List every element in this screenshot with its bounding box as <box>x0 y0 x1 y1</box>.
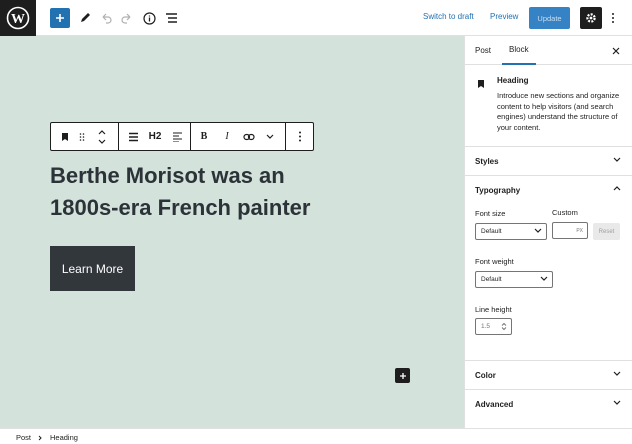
preview-link[interactable]: Preview <box>490 12 518 21</box>
italic-icon[interactable]: I <box>219 123 235 150</box>
post-heading[interactable]: Berthe Morisot was an 1800s-era French p… <box>50 160 350 224</box>
bold-icon[interactable]: B <box>196 123 212 150</box>
chevron-down-icon <box>540 276 548 281</box>
block-breadcrumb: Post Heading <box>0 428 632 444</box>
add-block-button[interactable] <box>50 8 70 28</box>
learn-more-button[interactable]: Learn More <box>50 246 135 291</box>
block-toolbar: H2 B I <box>50 122 314 151</box>
redo-icon[interactable] <box>117 8 137 28</box>
breadcrumb-post[interactable]: Post <box>16 433 31 442</box>
font-weight-select[interactable]: Default <box>475 271 553 288</box>
align-icon[interactable] <box>124 123 142 150</box>
heading-level-button[interactable]: H2 <box>145 123 165 150</box>
custom-size-label: Custom <box>552 208 578 217</box>
reset-button[interactable]: Reset <box>593 223 620 240</box>
heading-block-icon <box>477 76 485 94</box>
advanced-panel-title: Advanced <box>475 399 514 409</box>
edit-tools-icon[interactable] <box>75 8 95 28</box>
line-height-input[interactable]: 1.5 <box>475 318 512 335</box>
close-sidebar-icon[interactable] <box>612 36 620 65</box>
line-height-label: Line height <box>475 305 512 314</box>
font-size-value: Default <box>481 228 502 235</box>
styles-panel-title: Styles <box>475 156 499 166</box>
switch-to-draft-link[interactable]: Switch to draft <box>423 12 474 21</box>
chevron-down-icon <box>613 400 621 405</box>
chevron-up-icon <box>613 186 621 191</box>
move-up-down-icon[interactable] <box>93 123 111 150</box>
font-weight-value: Default <box>481 276 502 283</box>
line-height-value: 1.5 <box>481 323 491 330</box>
editor-top-bar: W Switch to draft Preview Update <box>0 0 632 36</box>
block-inserter-icon[interactable] <box>395 368 410 383</box>
typography-panel-toggle[interactable]: Typography <box>465 175 632 204</box>
more-options-icon[interactable] <box>603 8 623 28</box>
info-icon[interactable] <box>139 8 159 28</box>
text-align-icon[interactable] <box>168 123 186 150</box>
settings-gear-icon[interactable] <box>580 7 602 29</box>
custom-unit-label: PX <box>576 227 583 234</box>
link-icon[interactable] <box>240 123 258 150</box>
spinner-arrows-icon[interactable] <box>501 322 507 331</box>
block-options-icon[interactable] <box>291 123 309 150</box>
styles-panel-toggle[interactable]: Styles <box>465 146 632 175</box>
tab-post[interactable]: Post <box>475 36 491 65</box>
undo-icon[interactable] <box>96 8 116 28</box>
breadcrumb-heading[interactable]: Heading <box>50 433 78 442</box>
chevron-down-icon <box>613 371 621 376</box>
font-size-label: Font size <box>475 209 506 218</box>
wordpress-logo-icon[interactable]: W <box>0 0 36 36</box>
font-weight-label: Font weight <box>475 257 514 266</box>
svg-text:W: W <box>11 12 25 27</box>
typography-panel-title: Typography <box>475 185 521 195</box>
bookmark-icon[interactable] <box>57 123 73 150</box>
custom-size-input[interactable]: PX <box>552 222 588 239</box>
settings-sidebar: Post Block Heading Introduce new section… <box>464 36 632 428</box>
update-button[interactable]: Update <box>529 7 570 29</box>
block-card-description: Introduce new sections and organize cont… <box>497 91 620 132</box>
color-panel-toggle[interactable]: Color <box>465 360 632 389</box>
tab-block[interactable]: Block <box>502 36 536 65</box>
advanced-panel-toggle[interactable]: Advanced <box>465 389 632 418</box>
color-panel-title: Color <box>475 370 496 380</box>
chevron-right-icon <box>38 435 42 441</box>
chevron-down-icon <box>613 157 621 162</box>
font-size-select[interactable]: Default <box>475 223 547 240</box>
list-view-icon[interactable] <box>161 8 181 28</box>
chevron-down-icon <box>534 228 542 233</box>
more-formats-chevron-icon[interactable] <box>262 123 278 150</box>
drag-handle-icon[interactable] <box>75 123 89 150</box>
sidebar-tabs: Post Block <box>465 36 632 65</box>
block-card-title: Heading <box>497 76 529 85</box>
